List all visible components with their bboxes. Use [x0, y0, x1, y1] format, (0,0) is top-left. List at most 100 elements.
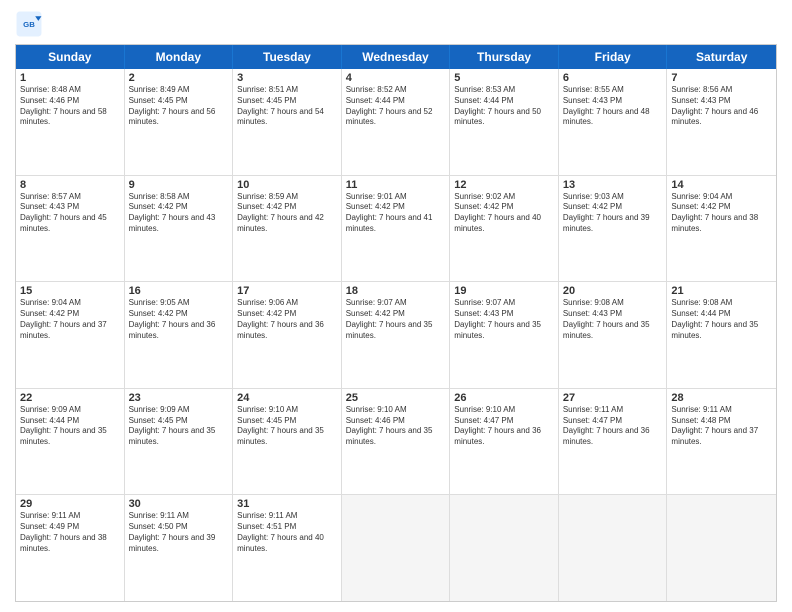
- day-cell-13: 13 Sunrise: 9:03 AM Sunset: 4:42 PM Dayl…: [559, 176, 668, 282]
- day-cell-28: 28 Sunrise: 9:11 AM Sunset: 4:48 PM Dayl…: [667, 389, 776, 495]
- cell-details: Sunrise: 9:11 AM Sunset: 4:47 PM Dayligh…: [563, 405, 663, 448]
- day-number: 4: [346, 72, 446, 84]
- empty-cell: [450, 495, 559, 601]
- calendar-row-3: 22 Sunrise: 9:09 AM Sunset: 4:44 PM Dayl…: [16, 389, 776, 496]
- day-number: 13: [563, 179, 663, 191]
- day-number: 20: [563, 285, 663, 297]
- cell-details: Sunrise: 9:05 AM Sunset: 4:42 PM Dayligh…: [129, 298, 229, 341]
- cell-details: Sunrise: 9:11 AM Sunset: 4:48 PM Dayligh…: [671, 405, 772, 448]
- day-cell-8: 8 Sunrise: 8:57 AM Sunset: 4:43 PM Dayli…: [16, 176, 125, 282]
- cell-details: Sunrise: 8:51 AM Sunset: 4:45 PM Dayligh…: [237, 85, 337, 128]
- empty-cell: [559, 495, 668, 601]
- cell-details: Sunrise: 8:52 AM Sunset: 4:44 PM Dayligh…: [346, 85, 446, 128]
- day-number: 2: [129, 72, 229, 84]
- day-number: 30: [129, 498, 229, 510]
- day-cell-29: 29 Sunrise: 9:11 AM Sunset: 4:49 PM Dayl…: [16, 495, 125, 601]
- day-cell-4: 4 Sunrise: 8:52 AM Sunset: 4:44 PM Dayli…: [342, 69, 451, 175]
- empty-cell: [342, 495, 451, 601]
- day-cell-5: 5 Sunrise: 8:53 AM Sunset: 4:44 PM Dayli…: [450, 69, 559, 175]
- cell-details: Sunrise: 9:10 AM Sunset: 4:47 PM Dayligh…: [454, 405, 554, 448]
- header-day-sunday: Sunday: [16, 45, 125, 69]
- day-number: 28: [671, 392, 772, 404]
- day-number: 16: [129, 285, 229, 297]
- day-cell-9: 9 Sunrise: 8:58 AM Sunset: 4:42 PM Dayli…: [125, 176, 234, 282]
- cell-details: Sunrise: 8:57 AM Sunset: 4:43 PM Dayligh…: [20, 192, 120, 235]
- day-cell-30: 30 Sunrise: 9:11 AM Sunset: 4:50 PM Dayl…: [125, 495, 234, 601]
- day-cell-26: 26 Sunrise: 9:10 AM Sunset: 4:47 PM Dayl…: [450, 389, 559, 495]
- day-number: 15: [20, 285, 120, 297]
- header-day-friday: Friday: [559, 45, 668, 69]
- cell-details: Sunrise: 8:55 AM Sunset: 4:43 PM Dayligh…: [563, 85, 663, 128]
- cell-details: Sunrise: 8:56 AM Sunset: 4:43 PM Dayligh…: [671, 85, 772, 128]
- calendar-row-0: 1 Sunrise: 8:48 AM Sunset: 4:46 PM Dayli…: [16, 69, 776, 176]
- day-cell-6: 6 Sunrise: 8:55 AM Sunset: 4:43 PM Dayli…: [559, 69, 668, 175]
- cell-details: Sunrise: 8:53 AM Sunset: 4:44 PM Dayligh…: [454, 85, 554, 128]
- cell-details: Sunrise: 9:06 AM Sunset: 4:42 PM Dayligh…: [237, 298, 337, 341]
- calendar-header: SundayMondayTuesdayWednesdayThursdayFrid…: [16, 45, 776, 69]
- cell-details: Sunrise: 9:11 AM Sunset: 4:49 PM Dayligh…: [20, 511, 120, 554]
- cell-details: Sunrise: 8:58 AM Sunset: 4:42 PM Dayligh…: [129, 192, 229, 235]
- cell-details: Sunrise: 9:11 AM Sunset: 4:51 PM Dayligh…: [237, 511, 337, 554]
- cell-details: Sunrise: 9:07 AM Sunset: 4:43 PM Dayligh…: [454, 298, 554, 341]
- cell-details: Sunrise: 9:09 AM Sunset: 4:45 PM Dayligh…: [129, 405, 229, 448]
- day-cell-14: 14 Sunrise: 9:04 AM Sunset: 4:42 PM Dayl…: [667, 176, 776, 282]
- day-number: 19: [454, 285, 554, 297]
- day-number: 3: [237, 72, 337, 84]
- logo-icon: GB: [15, 10, 43, 38]
- day-number: 25: [346, 392, 446, 404]
- day-cell-12: 12 Sunrise: 9:02 AM Sunset: 4:42 PM Dayl…: [450, 176, 559, 282]
- cell-details: Sunrise: 9:01 AM Sunset: 4:42 PM Dayligh…: [346, 192, 446, 235]
- day-number: 1: [20, 72, 120, 84]
- svg-text:GB: GB: [23, 20, 35, 29]
- cell-details: Sunrise: 9:10 AM Sunset: 4:46 PM Dayligh…: [346, 405, 446, 448]
- header-day-thursday: Thursday: [450, 45, 559, 69]
- calendar: SundayMondayTuesdayWednesdayThursdayFrid…: [15, 44, 777, 602]
- calendar-row-1: 8 Sunrise: 8:57 AM Sunset: 4:43 PM Dayli…: [16, 176, 776, 283]
- cell-details: Sunrise: 8:49 AM Sunset: 4:45 PM Dayligh…: [129, 85, 229, 128]
- day-number: 29: [20, 498, 120, 510]
- day-number: 18: [346, 285, 446, 297]
- day-number: 26: [454, 392, 554, 404]
- day-number: 27: [563, 392, 663, 404]
- header: GB: [15, 10, 777, 38]
- cell-details: Sunrise: 9:08 AM Sunset: 4:43 PM Dayligh…: [563, 298, 663, 341]
- day-cell-15: 15 Sunrise: 9:04 AM Sunset: 4:42 PM Dayl…: [16, 282, 125, 388]
- cell-details: Sunrise: 9:11 AM Sunset: 4:50 PM Dayligh…: [129, 511, 229, 554]
- day-cell-3: 3 Sunrise: 8:51 AM Sunset: 4:45 PM Dayli…: [233, 69, 342, 175]
- day-cell-17: 17 Sunrise: 9:06 AM Sunset: 4:42 PM Dayl…: [233, 282, 342, 388]
- day-number: 23: [129, 392, 229, 404]
- day-number: 21: [671, 285, 772, 297]
- day-cell-23: 23 Sunrise: 9:09 AM Sunset: 4:45 PM Dayl…: [125, 389, 234, 495]
- day-cell-31: 31 Sunrise: 9:11 AM Sunset: 4:51 PM Dayl…: [233, 495, 342, 601]
- cell-details: Sunrise: 9:03 AM Sunset: 4:42 PM Dayligh…: [563, 192, 663, 235]
- header-day-wednesday: Wednesday: [342, 45, 451, 69]
- day-cell-1: 1 Sunrise: 8:48 AM Sunset: 4:46 PM Dayli…: [16, 69, 125, 175]
- day-number: 14: [671, 179, 772, 191]
- logo: GB: [15, 10, 47, 38]
- day-cell-16: 16 Sunrise: 9:05 AM Sunset: 4:42 PM Dayl…: [125, 282, 234, 388]
- page: GB SundayMondayTuesdayWednesdayThursdayF…: [0, 0, 792, 612]
- day-number: 22: [20, 392, 120, 404]
- day-number: 10: [237, 179, 337, 191]
- day-cell-24: 24 Sunrise: 9:10 AM Sunset: 4:45 PM Dayl…: [233, 389, 342, 495]
- cell-details: Sunrise: 9:04 AM Sunset: 4:42 PM Dayligh…: [671, 192, 772, 235]
- cell-details: Sunrise: 9:04 AM Sunset: 4:42 PM Dayligh…: [20, 298, 120, 341]
- cell-details: Sunrise: 9:10 AM Sunset: 4:45 PM Dayligh…: [237, 405, 337, 448]
- day-cell-7: 7 Sunrise: 8:56 AM Sunset: 4:43 PM Dayli…: [667, 69, 776, 175]
- day-cell-10: 10 Sunrise: 8:59 AM Sunset: 4:42 PM Dayl…: [233, 176, 342, 282]
- day-number: 11: [346, 179, 446, 191]
- day-cell-25: 25 Sunrise: 9:10 AM Sunset: 4:46 PM Dayl…: [342, 389, 451, 495]
- header-day-saturday: Saturday: [667, 45, 776, 69]
- calendar-row-2: 15 Sunrise: 9:04 AM Sunset: 4:42 PM Dayl…: [16, 282, 776, 389]
- day-cell-22: 22 Sunrise: 9:09 AM Sunset: 4:44 PM Dayl…: [16, 389, 125, 495]
- header-day-monday: Monday: [125, 45, 234, 69]
- day-cell-21: 21 Sunrise: 9:08 AM Sunset: 4:44 PM Dayl…: [667, 282, 776, 388]
- calendar-body: 1 Sunrise: 8:48 AM Sunset: 4:46 PM Dayli…: [16, 69, 776, 601]
- calendar-row-4: 29 Sunrise: 9:11 AM Sunset: 4:49 PM Dayl…: [16, 495, 776, 601]
- empty-cell: [667, 495, 776, 601]
- cell-details: Sunrise: 8:48 AM Sunset: 4:46 PM Dayligh…: [20, 85, 120, 128]
- cell-details: Sunrise: 9:08 AM Sunset: 4:44 PM Dayligh…: [671, 298, 772, 341]
- day-number: 31: [237, 498, 337, 510]
- cell-details: Sunrise: 8:59 AM Sunset: 4:42 PM Dayligh…: [237, 192, 337, 235]
- day-cell-20: 20 Sunrise: 9:08 AM Sunset: 4:43 PM Dayl…: [559, 282, 668, 388]
